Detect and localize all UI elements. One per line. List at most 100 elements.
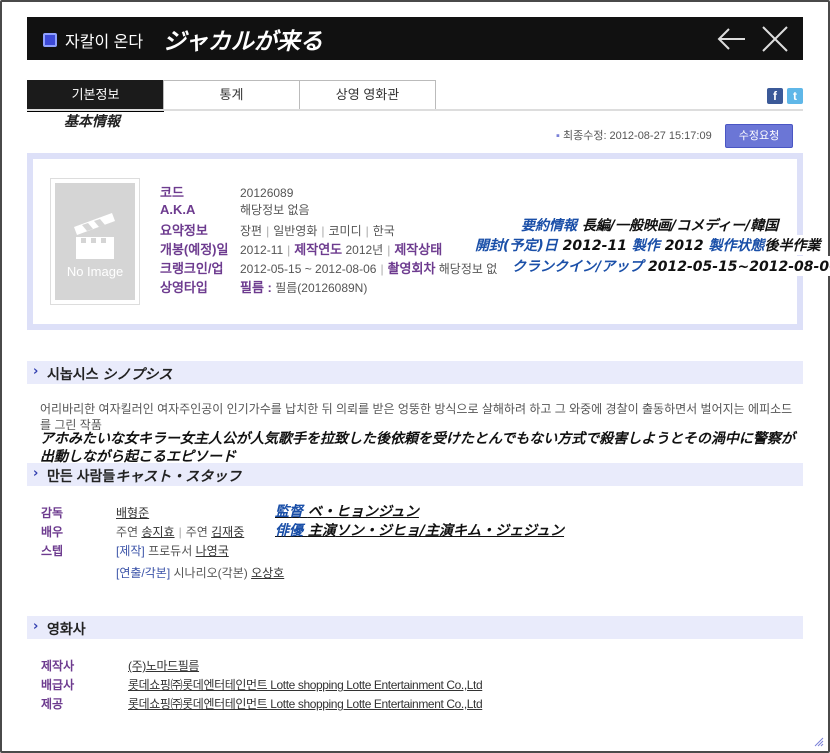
year-label: 제작연도 (294, 242, 343, 257)
summary-label: 요약정보 (160, 223, 208, 238)
prod-tag: [제작] (116, 544, 145, 558)
crankin-value: 2012-05-15 ~ 2012-08-06 (240, 262, 377, 276)
tab-theaters[interactable]: 상영 영화관 (299, 80, 436, 110)
company-section-header: › 영화사 (27, 616, 803, 639)
shoot-value: 해당정보 없 (438, 262, 498, 276)
staff-label: 스텝 (41, 544, 64, 558)
year-jp-value: 2012 (664, 238, 704, 254)
writer-row: [연출/각본] 시나리오(각본) 오상호 (116, 564, 284, 581)
actor1-link[interactable]: 송지효 (141, 525, 174, 539)
summary-category: 일반영화 (273, 224, 318, 238)
tab-statistics[interactable]: 통계 (163, 80, 300, 110)
direction-tag: [연출/각본] (116, 566, 171, 580)
resize-grip-icon[interactable] (814, 737, 824, 747)
status-label: 제작상태 (394, 242, 443, 257)
actor-jp-value1: ソン・ジヒョ (335, 523, 420, 539)
crew-title-ko: 만든 사람들 (47, 468, 116, 484)
synopsis-title-jp: シノプシス (102, 367, 173, 383)
lead-role-1: 주연 (116, 525, 139, 539)
aka-value: 해당정보 없음 (240, 203, 310, 217)
status-jp-value: 後半作業 (764, 238, 821, 254)
synopsis-title: 시놉시스 シノプシス (47, 364, 172, 384)
crankin-jp: クランクイン/アップ 2012-05-15~2012-08-06 (512, 256, 830, 276)
supplier-label: 제공 (41, 697, 64, 711)
director-jp: 監督 ベ・ヒョンジュン (275, 501, 419, 521)
type-row: 상영타입 필름 : 필름(20126089N) (160, 277, 367, 296)
actor-jp-value2: キム・ジェジュン (453, 523, 565, 539)
twitter-icon[interactable]: t (787, 88, 803, 104)
producer-role: 프로듀서 (148, 544, 193, 558)
status-jp-label: 製作状態 (708, 238, 765, 254)
producer-company-label: 제작사 (41, 659, 75, 673)
company-title: 영화사 (47, 621, 86, 637)
director-value: 배형준 (116, 504, 149, 521)
movie-info-box: No Image 코드 20126089 A.K.A 해당정보 없음 요약정보 장편 |… (27, 153, 830, 330)
close-icon[interactable] (758, 23, 792, 55)
app-icon (43, 33, 57, 47)
window-title-japanese: ジャカルが来る (163, 29, 323, 55)
clapperboard-icon (74, 213, 115, 259)
producer-company: (주)노마드필름 (128, 657, 199, 674)
summary-genre: 코미디 (328, 224, 362, 238)
crankin-jp-value: 2012-05-15~2012-08-06 (648, 259, 830, 275)
director-link[interactable]: 배형준 (116, 506, 149, 520)
back-arrow-icon[interactable] (715, 23, 749, 55)
distributor-label: 배급사 (41, 678, 75, 692)
actor-jp-label: 俳優 (275, 523, 303, 539)
summary-jp: 要約情報 長編/一般映画/コメディー/韓国 (521, 215, 778, 235)
distributor: 롯데쇼핑㈜롯데엔터테인먼트 Lotte shopping Lotte Enter… (128, 676, 483, 693)
release-row: 개봉(예정)일 2012-11 | 제작연도 2012년 | 제작상태 (160, 239, 442, 258)
edit-request-button[interactable]: 수정요청 (725, 124, 793, 148)
supplier: 롯데쇼핑㈜롯데엔터테인먼트 Lotte shopping Lotte Enter… (128, 695, 483, 712)
facebook-icon[interactable]: f (767, 88, 783, 104)
crew-title-jp: キャスト・スタッフ (115, 469, 242, 485)
producer-row: [제작] 프로듀서 나영국 (116, 542, 229, 559)
poster: No Image (50, 178, 140, 305)
distributor-link[interactable]: 롯데쇼핑㈜롯데엔터테인먼트 Lotte shopping Lotte Enter… (128, 678, 483, 692)
crankin-jp-label: クランクイン/アップ (512, 259, 644, 275)
crankin-label: 크랭크인/업 (160, 261, 224, 276)
basic-info-heading: 基本情報 (64, 114, 120, 130)
code-label: 코드 (160, 185, 184, 200)
poster-placeholder: No Image (55, 183, 135, 300)
aka-row: A.K.A 해당정보 없음 (160, 201, 310, 218)
release-jp: 開封(予定)日 2012-11 製作 2012 製作状態後半作業 (475, 235, 821, 255)
year-jp-label: 製作 (631, 238, 660, 254)
summary-length: 장편 (240, 224, 263, 238)
actor-value: 주연 송지효 | 주연 김재중 (116, 525, 245, 539)
actor-label: 배우 (41, 525, 64, 539)
no-image-text: No Image (66, 264, 124, 279)
supplier-link[interactable]: 롯데쇼핑㈜롯데엔터테인먼트 Lotte shopping Lotte Enter… (128, 697, 483, 711)
synopsis-text: 어리바리한 여자킬러인 여자주인공이 인기가수를 납치한 뒤 의뢰를 받은 엉뚱… (40, 402, 793, 432)
aka-label: A.K.A (160, 202, 196, 217)
director-label: 감독 (41, 506, 64, 520)
film-label: 필름 : (240, 280, 272, 295)
shoot-label: 촬영회차 (387, 261, 436, 276)
movie-info-panel: No Image 코드 20126089 A.K.A 해당정보 없음 요약정보 장편 |… (33, 159, 830, 324)
type-label: 상영타입 (160, 280, 208, 295)
crankin-row: 크랭크인/업 2012-05-15 ~ 2012-08-06 | 촬영회차 해당정보 … (160, 258, 497, 277)
chevron-right-icon: › (33, 364, 39, 379)
title-bar: 자칼이 온다 ジャカルが来る (27, 17, 803, 60)
director-jp-label: 監督 (275, 504, 303, 520)
crew-title: 만든 사람들キャスト・スタッフ (47, 466, 241, 486)
actor2-link[interactable]: 김재중 (211, 525, 244, 539)
release-jp-label: 開封(予定)日 (475, 238, 558, 254)
film-value: 필름(20126089N) (275, 281, 368, 295)
release-label: 개봉(예정)일 (160, 242, 229, 257)
producer-company-link[interactable]: (주)노마드필름 (128, 659, 199, 673)
summary-jp-value: 長編/一般映画/コメディー/韓国 (581, 218, 779, 234)
actor-jp: 俳優 主演ソン・ジヒョ/主演キム・ジェジュン (275, 523, 565, 539)
actor-jp-lead2: 主演 (425, 523, 453, 539)
tab-basic-info[interactable]: 기본정보 (27, 80, 164, 112)
producer-link[interactable]: 나영국 (196, 544, 229, 558)
actor-jp-lead1: 主演 (307, 523, 336, 539)
summary-country: 한국 (372, 224, 395, 238)
chevron-right-icon: › (33, 466, 39, 481)
director-jp-value: ベ・ヒョンジュン (307, 504, 419, 520)
lead-role-2: 주연 (185, 525, 208, 539)
synopsis-text-jp: アホみたいな女キラー女主人公が人気歌手を拉致した後依頼を受けたとんでもない方式で… (40, 431, 795, 465)
writer-link[interactable]: 오상호 (251, 566, 284, 580)
tab-underline (27, 109, 803, 111)
window-title: 자칼이 온다 (65, 34, 144, 51)
